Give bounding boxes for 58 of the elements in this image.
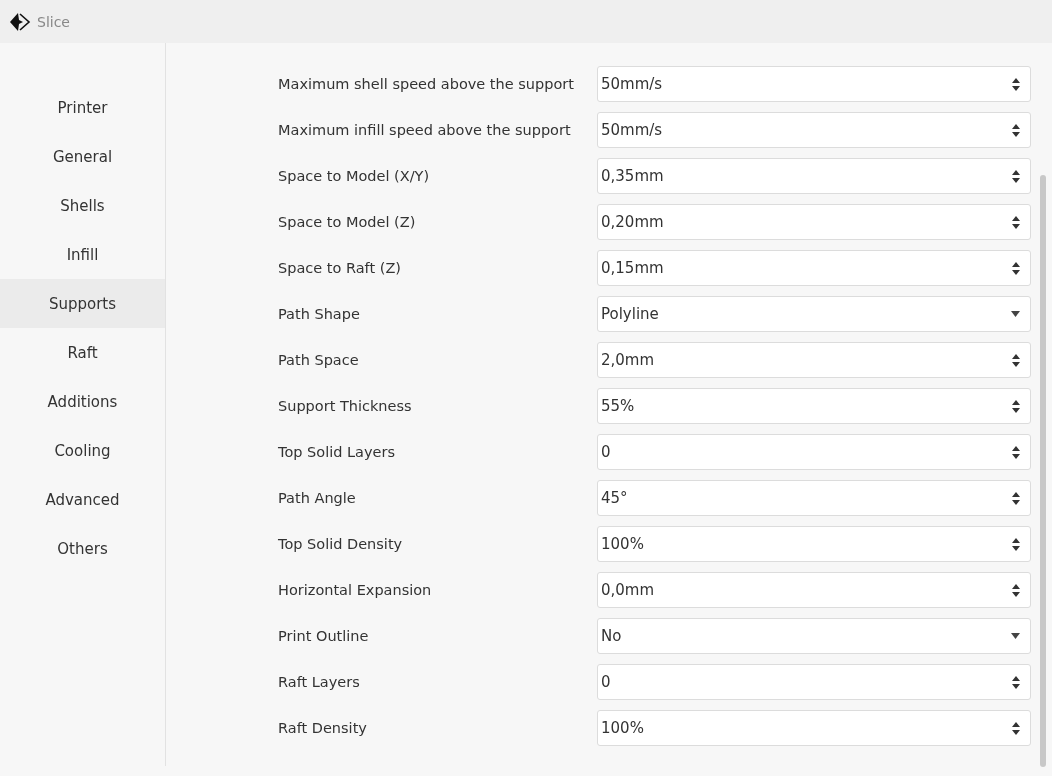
setting-label: Top Solid Density bbox=[278, 535, 404, 554]
sidebar-item[interactable]: General bbox=[0, 132, 165, 181]
setting-label: Path Space bbox=[278, 351, 360, 370]
spin-arrows-icon[interactable] bbox=[1012, 721, 1020, 735]
spin-arrows-icon[interactable] bbox=[1012, 353, 1020, 367]
setting-label: Maximum infill speed above the support bbox=[278, 121, 572, 140]
dropdown-arrow-icon[interactable] bbox=[1011, 311, 1020, 317]
spin-box[interactable]: 0,0mm bbox=[597, 572, 1031, 608]
window-title: Slice bbox=[37, 13, 70, 30]
setting-label: Path Angle bbox=[278, 489, 357, 508]
spin-arrows-icon[interactable] bbox=[1012, 399, 1020, 413]
setting-label: Space to Raft (Z) bbox=[278, 259, 402, 278]
setting-label: Top Solid Layers bbox=[278, 443, 396, 462]
sidebar-item[interactable]: Cooling bbox=[0, 426, 165, 475]
spin-box[interactable]: 0,35mm bbox=[597, 158, 1031, 194]
setting-label: Print Outline bbox=[278, 627, 370, 646]
dropdown-arrow-icon[interactable] bbox=[1011, 633, 1020, 639]
sidebar-item[interactable]: Advanced bbox=[0, 475, 165, 524]
sidebar-item[interactable]: Supports bbox=[0, 279, 165, 328]
sidebar-item[interactable]: Shells bbox=[0, 181, 165, 230]
sidebar-item[interactable]: Printer bbox=[0, 83, 165, 132]
spin-box[interactable]: 50mm/s bbox=[597, 112, 1031, 148]
setting-label: Path Shape bbox=[278, 305, 361, 324]
spin-box[interactable]: 0 bbox=[597, 664, 1031, 700]
spin-box[interactable]: 100% bbox=[597, 526, 1031, 562]
spin-box[interactable]: 55% bbox=[597, 388, 1031, 424]
sidebar-item[interactable]: Infill bbox=[0, 230, 165, 279]
spin-arrows-icon[interactable] bbox=[1012, 537, 1020, 551]
setting-label: Maximum shell speed above the support bbox=[278, 75, 575, 94]
spin-arrows-icon[interactable] bbox=[1012, 215, 1020, 229]
sidebar-item[interactable]: Others bbox=[0, 524, 165, 573]
spin-arrows-icon[interactable] bbox=[1012, 445, 1020, 459]
spin-box[interactable]: 0,20mm bbox=[597, 204, 1031, 240]
setting-label: Raft Density bbox=[278, 719, 368, 738]
spin-box[interactable]: 45° bbox=[597, 480, 1031, 516]
setting-label: Raft Layers bbox=[278, 673, 361, 692]
spin-box[interactable]: 0,15mm bbox=[597, 250, 1031, 286]
setting-label: Space to Model (Z) bbox=[278, 213, 417, 232]
spin-box[interactable]: 2,0mm bbox=[597, 342, 1031, 378]
sidebar-item[interactable]: Raft bbox=[0, 328, 165, 377]
spin-arrows-icon[interactable] bbox=[1012, 675, 1020, 689]
sidebar-item[interactable]: Additions bbox=[0, 377, 165, 426]
setting-label: Space to Model (X/Y) bbox=[278, 167, 431, 186]
spin-box[interactable]: 50mm/s bbox=[597, 66, 1031, 102]
spin-arrows-icon[interactable] bbox=[1012, 583, 1020, 597]
spin-arrows-icon[interactable] bbox=[1012, 123, 1020, 137]
spin-arrows-icon[interactable] bbox=[1012, 491, 1020, 505]
spin-box[interactable]: 0 bbox=[597, 434, 1031, 470]
spin-arrows-icon[interactable] bbox=[1012, 261, 1020, 275]
setting-label: Support Thickness bbox=[278, 397, 413, 416]
logo-icon bbox=[9, 11, 31, 32]
setting-label: Horizontal Expansion bbox=[278, 581, 433, 600]
dropdown-field[interactable]: No bbox=[597, 618, 1031, 654]
spin-arrows-icon[interactable] bbox=[1012, 169, 1020, 183]
spin-box[interactable]: 100% bbox=[597, 710, 1031, 746]
spin-arrows-icon[interactable] bbox=[1012, 77, 1020, 91]
dropdown-field[interactable]: Polyline bbox=[597, 296, 1031, 332]
scrollbar-thumb[interactable] bbox=[1040, 175, 1046, 767]
